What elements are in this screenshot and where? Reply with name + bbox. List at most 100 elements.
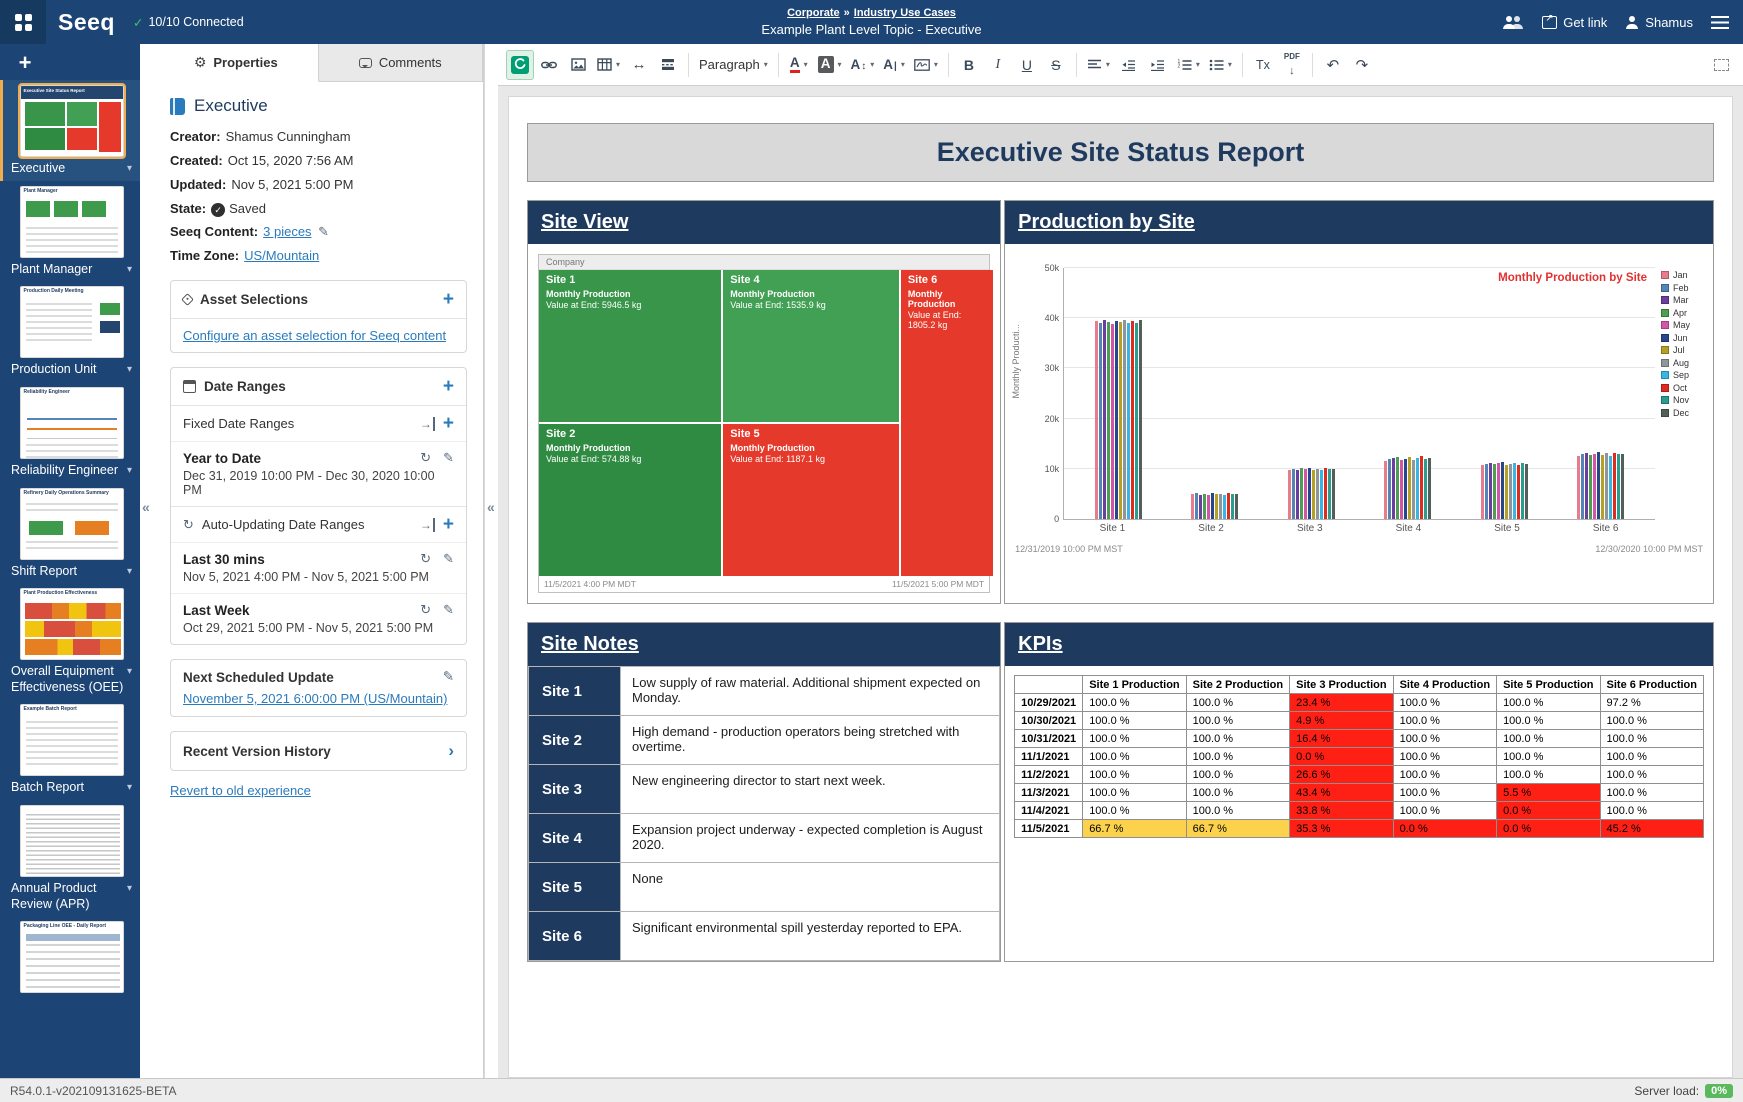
treemap-tile-site-5[interactable]: Site 5Monthly ProductionValue at End: 11… — [723, 424, 899, 576]
document-scroll-area[interactable]: Executive Site Status Report Site View C… — [498, 86, 1743, 1078]
chevron-down-icon[interactable]: ▾ — [127, 883, 132, 894]
add-asset-selection-button[interactable] — [443, 290, 454, 309]
edit-icon[interactable] — [443, 602, 454, 618]
chevron-down-icon[interactable]: ▾ — [127, 566, 132, 577]
site-notes-row: Site 1Low supply of raw material. Additi… — [529, 667, 1000, 716]
step-to-end-icon[interactable] — [420, 417, 435, 431]
highlight-color-button[interactable]: A — [814, 50, 846, 80]
site-notes-header[interactable]: Site Notes — [528, 623, 1000, 666]
treemap-tile-site-6[interactable]: Site 6Monthly ProductionValue at End: 18… — [901, 270, 993, 576]
redo-button[interactable] — [1348, 50, 1376, 80]
sidebar-document-reliability-engineer[interactable]: Reliability EngineerReliability Engineer… — [0, 382, 140, 483]
document-thumbnail[interactable]: Example Batch Report — [20, 704, 124, 776]
treemap-tile-site-1[interactable]: Site 1Monthly ProductionValue at End: 59… — [539, 270, 721, 422]
paragraph-style-dropdown[interactable]: Paragraph — [695, 50, 772, 80]
horizontal-rule-button[interactable] — [625, 50, 653, 80]
hamburger-menu-icon[interactable] — [1711, 16, 1729, 29]
recent-version-history-button[interactable]: Recent Version History — [170, 731, 467, 771]
timezone-link[interactable]: US/Mountain — [244, 248, 319, 263]
seeq-content-link[interactable]: 3 pieces — [263, 224, 311, 239]
font-color-button[interactable]: A — [785, 50, 813, 80]
sidebar-document-apr[interactable]: Annual Product Review (APR)▾ — [0, 800, 140, 916]
user-menu[interactable]: Shamus — [1625, 15, 1693, 30]
font-size-button[interactable]: A↕ — [847, 50, 879, 80]
treemap-tile-site-2[interactable]: Site 2Monthly ProductionValue at End: 57… — [539, 424, 721, 576]
refresh-icon[interactable] — [420, 450, 431, 466]
ordered-list-dropdown[interactable]: 12 — [1173, 50, 1204, 80]
chevron-down-icon[interactable]: ▾ — [127, 364, 132, 375]
kpis-header[interactable]: KPIs — [1005, 623, 1713, 666]
users-icon[interactable] — [1502, 15, 1524, 29]
document-thumbnail[interactable]: Reliability Engineer — [20, 387, 124, 459]
app-grid-button[interactable] — [0, 0, 46, 44]
insert-table-button[interactable] — [593, 50, 624, 80]
refresh-icon[interactable] — [420, 602, 431, 618]
export-pdf-button[interactable]: PDF — [1278, 50, 1306, 80]
clear-formatting-button[interactable]: Tx — [1249, 50, 1277, 80]
sidebar-document-plant-manager[interactable]: Plant ManagerPlant Manager▾ — [0, 181, 140, 282]
chevron-down-icon[interactable]: ▾ — [127, 782, 132, 793]
add-document-button[interactable]: + — [10, 48, 40, 78]
insert-seeq-content-button[interactable] — [506, 50, 534, 80]
x-axis-label: Site 4 — [1359, 523, 1458, 534]
treemap-tile-site-4[interactable]: Site 4Monthly ProductionValue at End: 15… — [723, 270, 899, 422]
chevron-down-icon[interactable]: ▾ — [127, 163, 132, 174]
underline-button[interactable]: U — [1013, 50, 1041, 80]
edit-icon[interactable] — [318, 224, 329, 239]
insert-link-button[interactable] — [535, 50, 563, 80]
sidebar-document-packaging[interactable]: Packaging Line OEE - Daily Report — [0, 916, 140, 997]
sidebar-document-batch-report[interactable]: Example Batch ReportBatch Report▾ — [0, 699, 140, 800]
next-update-link[interactable]: November 5, 2021 6:00:00 PM (US/Mountain… — [183, 691, 447, 706]
line-spacing-button[interactable]: A| — [879, 50, 909, 80]
document-thumbnail[interactable]: Production Daily Meeting — [20, 286, 124, 358]
document-thumbnail[interactable]: Plant Production Effectiveness — [20, 588, 124, 660]
site-view-header-link[interactable]: Site View — [528, 201, 1000, 244]
document-thumbnail[interactable] — [20, 805, 124, 877]
get-link-button[interactable]: Get link — [1542, 15, 1607, 30]
sidebar-document-shift-report[interactable]: Refinery Daily Operations SummaryShift R… — [0, 483, 140, 584]
document-thumbnail[interactable]: Plant Manager — [20, 186, 124, 258]
document-label-row: Executive▾ — [9, 157, 134, 177]
collapse-properties-button[interactable] — [487, 499, 495, 515]
fixed-width-toggle-button[interactable] — [1707, 50, 1735, 80]
insert-image-button[interactable] — [564, 50, 592, 80]
revert-old-experience-link[interactable]: Revert to old experience — [170, 783, 311, 798]
bullet-list-dropdown[interactable] — [1205, 50, 1236, 80]
chevron-down-icon[interactable]: ▾ — [127, 465, 132, 476]
document-thumbnail[interactable]: Packaging Line OEE - Daily Report — [20, 921, 124, 993]
sidebar-document-oee[interactable]: Plant Production EffectivenessOverall Eq… — [0, 583, 140, 699]
insert-template-button[interactable] — [910, 50, 942, 80]
refresh-icon[interactable] — [420, 551, 431, 567]
treemap: Site 1Monthly ProductionValue at End: 59… — [539, 270, 989, 576]
edit-icon[interactable] — [443, 450, 454, 466]
kpi-value-cell: 100.0 % — [1600, 766, 1703, 784]
sidebar-document-executive[interactable]: Executive Site Status ReportExecutive▾ — [0, 80, 140, 181]
configure-asset-selection-link[interactable]: Configure an asset selection for Seeq co… — [183, 328, 446, 343]
production-header-link[interactable]: Production by Site — [1005, 201, 1713, 244]
italic-button[interactable]: I — [984, 50, 1012, 80]
tab-properties[interactable]: Properties — [154, 44, 319, 82]
bold-button[interactable]: B — [955, 50, 983, 80]
add-auto-range-button[interactable] — [443, 515, 454, 534]
step-to-end-icon[interactable] — [420, 518, 435, 532]
breadcrumb-parent-link[interactable]: Corporate — [787, 7, 840, 19]
breadcrumb-child-link[interactable]: Industry Use Cases — [854, 7, 956, 19]
indent-button[interactable] — [1144, 50, 1172, 80]
tab-comments[interactable]: Comments — [319, 44, 484, 81]
document-thumbnail[interactable]: Refinery Daily Operations Summary — [20, 488, 124, 560]
chevron-down-icon[interactable]: ▾ — [127, 264, 132, 275]
add-fixed-range-button[interactable] — [443, 414, 454, 433]
chevron-down-icon[interactable]: ▾ — [127, 666, 132, 677]
strikethrough-button[interactable]: S — [1042, 50, 1070, 80]
sidebar-document-production-unit[interactable]: Production Daily MeetingProduction Unit▾ — [0, 281, 140, 382]
collapse-sidebar-button[interactable] — [142, 499, 150, 515]
align-dropdown[interactable] — [1083, 50, 1114, 80]
document-thumbnail[interactable]: Executive Site Status Report — [20, 85, 124, 157]
outdent-button[interactable] — [1115, 50, 1143, 80]
page-break-button[interactable] — [654, 50, 682, 80]
edit-icon[interactable] — [443, 551, 454, 567]
undo-button[interactable] — [1319, 50, 1347, 80]
topic-document[interactable]: Executive Site Status Report Site View C… — [508, 96, 1733, 1078]
add-date-range-button[interactable] — [443, 377, 454, 396]
edit-icon[interactable] — [443, 669, 454, 685]
